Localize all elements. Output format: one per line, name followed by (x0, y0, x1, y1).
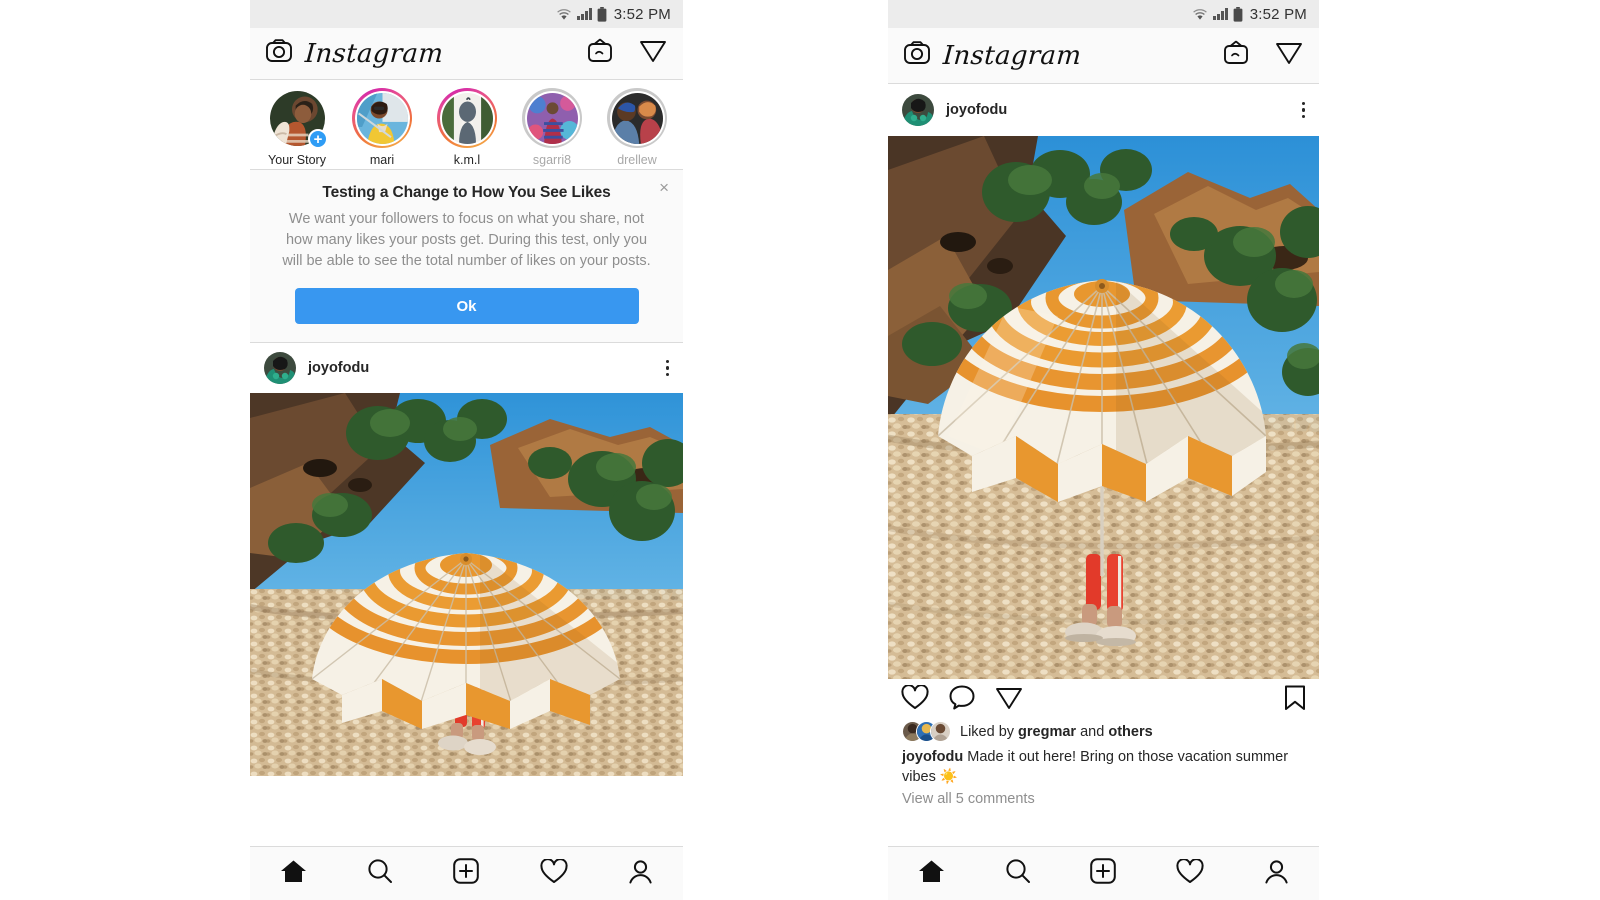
activity-heart-icon[interactable] (540, 857, 568, 889)
post-caption: joyofodu Made it out here! Bring on thos… (888, 745, 1319, 787)
phone-screen-left: 3:52 PM Instagram + Your Story mari k.m.… (250, 0, 683, 900)
story-ring (522, 88, 582, 148)
profile-person-icon[interactable] (1264, 859, 1289, 889)
story-item-kml[interactable]: k.m.l (428, 88, 506, 167)
wifi-icon (556, 8, 572, 21)
more-options-kebab-icon[interactable] (665, 359, 669, 377)
heart-icon[interactable] (901, 684, 929, 715)
post-header: joyofodu (250, 343, 683, 394)
liked-by-text: Liked by gregmar and others (960, 724, 1153, 740)
story-ring (352, 88, 412, 148)
battery-icon (1233, 6, 1243, 22)
avatar (611, 92, 663, 144)
view-all-comments-link[interactable]: View all 5 comments (888, 787, 1319, 807)
story-label: k.m.l (453, 153, 481, 167)
notice-title: Testing a Change to How You See Likes (322, 184, 611, 201)
liked-by-row[interactable]: Liked by gregmar and others (888, 721, 1319, 745)
liked-by-prefix: Liked by (960, 723, 1015, 740)
caption-username[interactable]: joyofodu (902, 749, 963, 765)
status-time: 3:52 PM (613, 5, 671, 23)
add-story-badge[interactable]: + (308, 129, 328, 149)
search-icon[interactable] (1005, 858, 1031, 889)
avatar[interactable] (902, 94, 934, 126)
camera-icon[interactable] (904, 41, 930, 70)
phone-screen-right: 3:52 PM Instagram joyofodu Liked by greg… (888, 0, 1319, 900)
post-photo[interactable] (888, 136, 1319, 679)
avatar (930, 721, 951, 742)
more-options-kebab-icon[interactable] (1301, 101, 1305, 119)
story-ring (437, 88, 497, 148)
story-item-drellew[interactable]: drellew (598, 88, 676, 167)
umbrella-beach-scene (888, 136, 1319, 679)
story-item-sgarri8[interactable]: sgarri8 (513, 88, 591, 167)
close-icon[interactable]: × (659, 179, 669, 196)
app-top-bar: Instagram (250, 28, 683, 80)
wifi-icon (1192, 8, 1208, 21)
story-label: drellew (617, 153, 657, 167)
bottom-navigation-bar[interactable] (888, 846, 1319, 900)
post-header: joyofodu (888, 84, 1319, 136)
instagram-wordmark: Instagram (941, 40, 1083, 71)
story-ring (607, 88, 667, 148)
story-item-your-story[interactable]: + Your Story (258, 88, 336, 167)
story-label: mari (369, 153, 395, 167)
status-bar: 3:52 PM (250, 0, 683, 28)
liked-by-middle: and (1080, 723, 1105, 740)
likes-test-notice-card: × Testing a Change to How You See Likes … (250, 170, 683, 344)
new-post-plus-icon[interactable] (1090, 858, 1117, 889)
ok-button[interactable]: Ok (294, 288, 639, 325)
cellular-signal-icon (1213, 8, 1228, 20)
umbrella-beach-scene (250, 393, 683, 777)
search-icon[interactable] (367, 858, 393, 889)
liked-by-others[interactable]: others (1108, 724, 1152, 740)
bottom-navigation-bar[interactable] (250, 846, 683, 900)
direct-message-send-icon[interactable] (1275, 40, 1303, 71)
post-username[interactable]: joyofodu (308, 360, 369, 376)
battery-icon (597, 6, 607, 22)
story-label: sgarri8 (532, 153, 572, 167)
home-icon[interactable] (918, 859, 945, 889)
profile-person-icon[interactable] (628, 859, 653, 889)
avatar (526, 92, 578, 144)
new-post-plus-icon[interactable] (453, 858, 480, 889)
story-ring: + (267, 88, 328, 149)
app-top-bar: Instagram (888, 28, 1319, 84)
cellular-signal-icon (577, 8, 592, 20)
igtv-icon[interactable] (1223, 40, 1249, 71)
status-bar: 3:52 PM (888, 0, 1319, 28)
post-photo[interactable] (250, 393, 683, 777)
liked-by-avatars (902, 721, 951, 742)
status-time: 3:52 PM (1249, 5, 1307, 23)
liked-by-username[interactable]: gregmar (1018, 724, 1076, 740)
direct-message-send-icon[interactable] (639, 38, 667, 69)
instagram-wordmark: Instagram (303, 38, 445, 69)
home-icon[interactable] (280, 859, 307, 889)
share-send-icon[interactable] (995, 685, 1023, 716)
post-action-bar[interactable] (888, 679, 1319, 721)
post-username[interactable]: joyofodu (946, 102, 1007, 118)
story-label: Your Story (268, 153, 326, 167)
activity-heart-icon[interactable] (1176, 857, 1204, 889)
notice-body: We want your followers to focus on what … (282, 211, 651, 270)
avatar (356, 92, 408, 144)
comment-bubble-icon[interactable] (949, 685, 975, 715)
avatar[interactable] (264, 352, 296, 385)
camera-icon[interactable] (266, 39, 292, 68)
igtv-icon[interactable] (587, 38, 613, 69)
story-item-mari[interactable]: mari (343, 88, 421, 167)
avatar (441, 92, 493, 144)
stories-tray[interactable]: + Your Story mari k.m.l sgarri8 drellew (250, 80, 683, 170)
screenshot-root: 3:52 PM Instagram + Your Story mari k.m.… (0, 0, 1600, 900)
bookmark-icon[interactable] (1284, 685, 1306, 716)
